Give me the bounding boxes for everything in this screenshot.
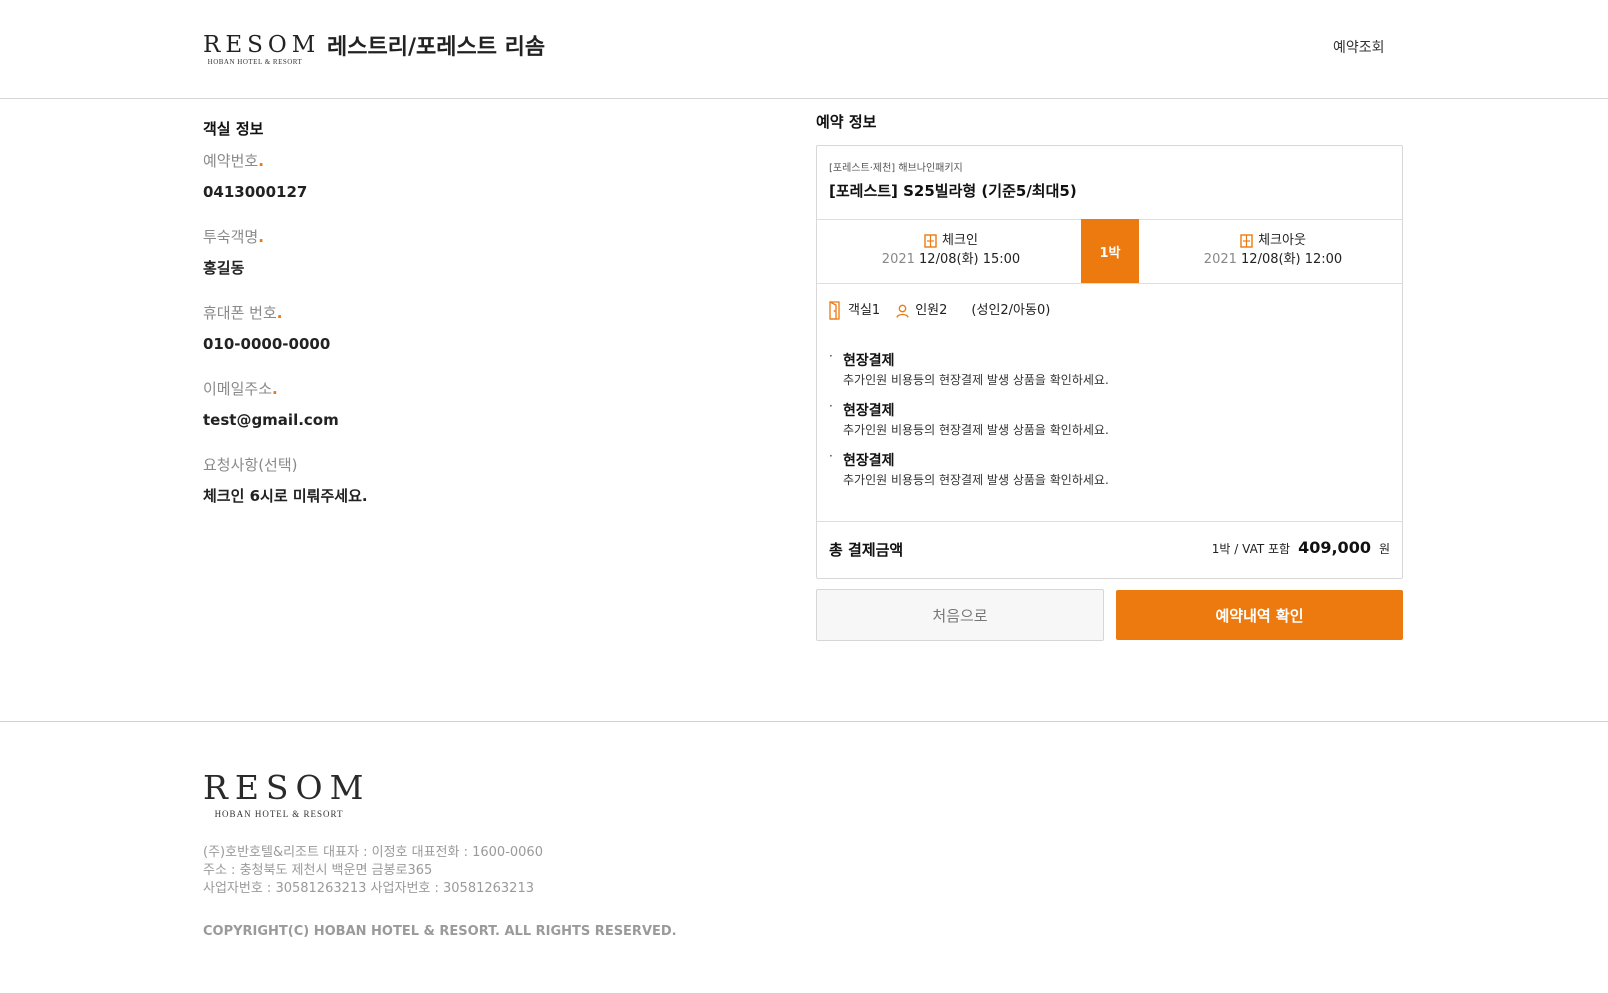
required-mark: . [258,152,264,170]
request-value: 체크인 6시로 미뤄주세요. [203,487,368,505]
request-field: 요청사항(선택) 체크인 6시로 미뤄주세요. [203,454,368,507]
total-price: 1박 / VAT 포함 409,000 원 [1212,538,1390,557]
notice-bullet: · [829,349,833,363]
door-icon [924,234,937,248]
phone-field: 휴대폰 번호. 010-0000-0000 [203,302,330,355]
request-label: 요청사항(선택) [203,456,298,474]
guest-name-value: 홍길동 [203,259,245,277]
occupancy-row: 객실1 인원2 (성인2/아동0) [829,301,1050,320]
footer-divider [0,721,1608,722]
guest-detail: (성인2/아동0) [971,302,1051,318]
package-name: [포레스트·제천] 해브나인패키지 [829,163,963,174]
door-icon [1240,234,1253,248]
door-open-icon [829,301,840,320]
checkout-label: 체크아웃 [1258,233,1306,248]
company-info-line: 사업자번호 : 30581263213 사업자번호 : 30581263213 [203,881,534,896]
room-name: [포레스트] S25빌라형 (기준5/최대5) [829,182,1077,200]
guest-name-label: 투숙객명 [203,228,259,246]
required-mark: . [258,228,264,246]
total-currency: 원 [1378,542,1390,556]
phone-value: 010-0000-0000 [203,335,331,353]
footer-logo-subtitle: HOBAN HOTEL & RESORT [214,809,344,819]
checkout-block: 체크아웃 2021 12/08(화) 12:00 [1143,232,1403,269]
logo-wordmark: RESOM [203,32,321,58]
copyright: COPYRIGHT(C) HOBAN HOTEL & RESORT. ALL R… [203,924,677,939]
notice-item: · 현장결제 추가인원 비용등의 현장결제 발생 상품을 확인하세요. [829,449,1109,489]
room-info-title: 객실 정보 [203,120,264,138]
required-mark: . [272,380,278,398]
page-title: 레스트리/포레스트 리솜 [327,35,546,60]
notice-title: 현장결제 [843,353,895,369]
confirm-reservation-button[interactable]: 예약내역 확인 [1116,590,1403,640]
notice-desc: 추가인원 비용등의 현장결제 발생 상품을 확인하세요. [843,473,1109,487]
company-info: (주)호반호텔&리조트 대표자 : 이정호 대표전화 : 1600-0060 주… [203,844,543,898]
notice-item: · 현장결제 추가인원 비용등의 현장결제 발생 상품을 확인하세요. [829,349,1109,389]
site-header: RESOM HOBAN HOTEL & RESORT 레스트리/포레스트 리솜 … [0,0,1608,99]
footer-logo: RESOM HOBAN HOTEL & RESORT [203,768,371,820]
reservation-info-title: 예약 정보 [816,113,877,131]
nights-badge: 1박 [1081,219,1139,283]
notice-bullet: · [829,399,833,413]
reservation-card: [포레스트·제천] 해브나인패키지 [포레스트] S25빌라형 (기준5/최대5… [816,145,1403,579]
phone-label: 휴대폰 번호 [203,304,277,322]
total-label: 총 결제금액 [829,541,904,559]
footer-logo-wordmark: RESOM [203,768,371,807]
checkout-year: 2021 [1203,252,1237,267]
divider [817,521,1402,522]
email-value: test@gmail.com [203,411,339,429]
notice-title: 현장결제 [843,453,895,469]
guest-count: 인원2 [915,302,948,318]
notice-item: · 현장결제 추가인원 비용등의 현장결제 발생 상품을 확인하세요. [829,399,1109,439]
checkin-block: 체크인 2021 12/08(화) 15:00 [821,232,1081,269]
checkin-label: 체크인 [942,233,978,248]
notice-bullet: · [829,449,833,463]
reservation-number-field: 예약번호. 0413000127 [203,150,307,203]
reservation-lookup-link[interactable]: 예약조회 [1333,38,1385,58]
notice-desc: 추가인원 비용등의 현장결제 발생 상품을 확인하세요. [843,423,1109,437]
reservation-number-value: 0413000127 [203,183,308,201]
divider [817,283,1402,284]
reservation-number-label: 예약번호 [203,152,259,170]
guest-name-field: 투숙객명. 홍길동 [203,226,264,279]
total-amount: 409,000 [1298,538,1371,557]
logo-subtitle: HOBAN HOTEL & RESORT [207,58,303,66]
notice-desc: 추가인원 비용등의 현장결제 발생 상품을 확인하세요. [843,373,1109,387]
total-note: 1박 / VAT 포함 [1211,542,1291,556]
checkout-date: 12/08(화) 12:00 [1241,252,1343,267]
required-mark: . [276,304,283,322]
room-count: 객실1 [848,302,881,318]
company-info-line: (주)호반호텔&리조트 대표자 : 이정호 대표전화 : 1600-0060 [203,845,543,860]
person-icon [896,304,909,318]
home-button[interactable]: 처음으로 [816,589,1104,641]
email-label: 이메일주소 [203,380,273,398]
company-info-line: 주소 : 충청북도 제천시 백운면 금봉로365 [203,863,433,878]
email-field: 이메일주소. test@gmail.com [203,378,339,431]
checkin-year: 2021 [881,252,915,267]
resom-logo[interactable]: RESOM HOBAN HOTEL & RESORT [203,32,321,67]
checkin-date: 12/08(화) 15:00 [919,252,1021,267]
notice-title: 현장결제 [843,403,895,419]
